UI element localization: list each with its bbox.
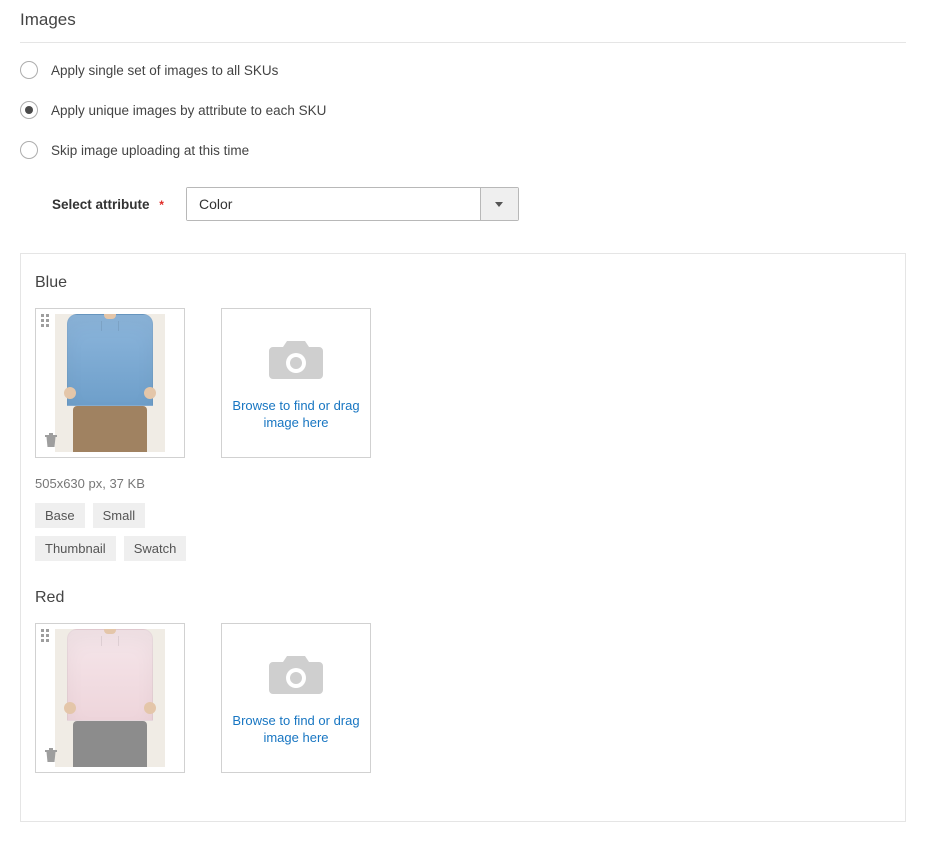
image-dropzone[interactable]: Browse to find or drag image here <box>221 623 371 773</box>
image-dropzone[interactable]: Browse to find or drag image here <box>221 308 371 458</box>
group-title: Blue <box>35 274 891 292</box>
trash-icon[interactable] <box>44 432 58 451</box>
trash-icon[interactable] <box>44 747 58 766</box>
attribute-select-value: Color <box>187 188 480 220</box>
image-role-tag[interactable]: Swatch <box>124 536 187 561</box>
attribute-group-blue: Blue <box>35 274 891 561</box>
image-role-tag[interactable]: Thumbnail <box>35 536 116 561</box>
radio-icon[interactable] <box>20 61 38 79</box>
camera-icon <box>267 650 325 699</box>
dropzone-text: Browse to find or drag image here <box>222 713 370 747</box>
product-image <box>55 629 165 767</box>
image-role-tag[interactable]: Base <box>35 503 85 528</box>
dropzone-text: Browse to find or drag image here <box>222 398 370 432</box>
radio-icon[interactable] <box>20 141 38 159</box>
attribute-select[interactable]: Color <box>186 187 519 221</box>
attribute-label-text: Select attribute <box>52 197 150 212</box>
image-role-tags: Base Small Thumbnail Swatch <box>35 503 215 561</box>
group-title: Red <box>35 589 891 607</box>
image-role-tag[interactable]: Small <box>93 503 146 528</box>
required-marker: * <box>159 198 164 212</box>
thumbnail-row: Browse to find or drag image here <box>35 308 891 458</box>
camera-icon <box>267 335 325 384</box>
section-title: Images <box>20 10 906 43</box>
radio-option-unique-by-attribute[interactable]: Apply unique images by attribute to each… <box>20 101 906 119</box>
attribute-selector-row: Select attribute * Color <box>52 187 906 221</box>
attribute-label: Select attribute * <box>52 197 164 212</box>
radio-label: Skip image uploading at this time <box>51 143 249 158</box>
image-thumbnail[interactable] <box>35 308 185 458</box>
image-meta: 505x630 px, 37 KB <box>35 476 891 491</box>
attribute-group-red: Red <box>35 589 891 773</box>
image-thumbnail[interactable] <box>35 623 185 773</box>
product-image <box>55 314 165 452</box>
radio-option-all-skus[interactable]: Apply single set of images to all SKUs <box>20 61 906 79</box>
radio-label: Apply single set of images to all SKUs <box>51 63 278 78</box>
drag-handle-icon[interactable] <box>41 314 49 327</box>
thumbnail-row: Browse to find or drag image here <box>35 623 891 773</box>
radio-icon[interactable] <box>20 101 38 119</box>
drag-handle-icon[interactable] <box>41 629 49 642</box>
attribute-select-toggle[interactable] <box>480 188 518 220</box>
radio-option-skip[interactable]: Skip image uploading at this time <box>20 141 906 159</box>
attribute-images-panel: Blue <box>20 253 906 822</box>
radio-label: Apply unique images by attribute to each… <box>51 103 326 118</box>
chevron-down-icon <box>495 202 503 207</box>
